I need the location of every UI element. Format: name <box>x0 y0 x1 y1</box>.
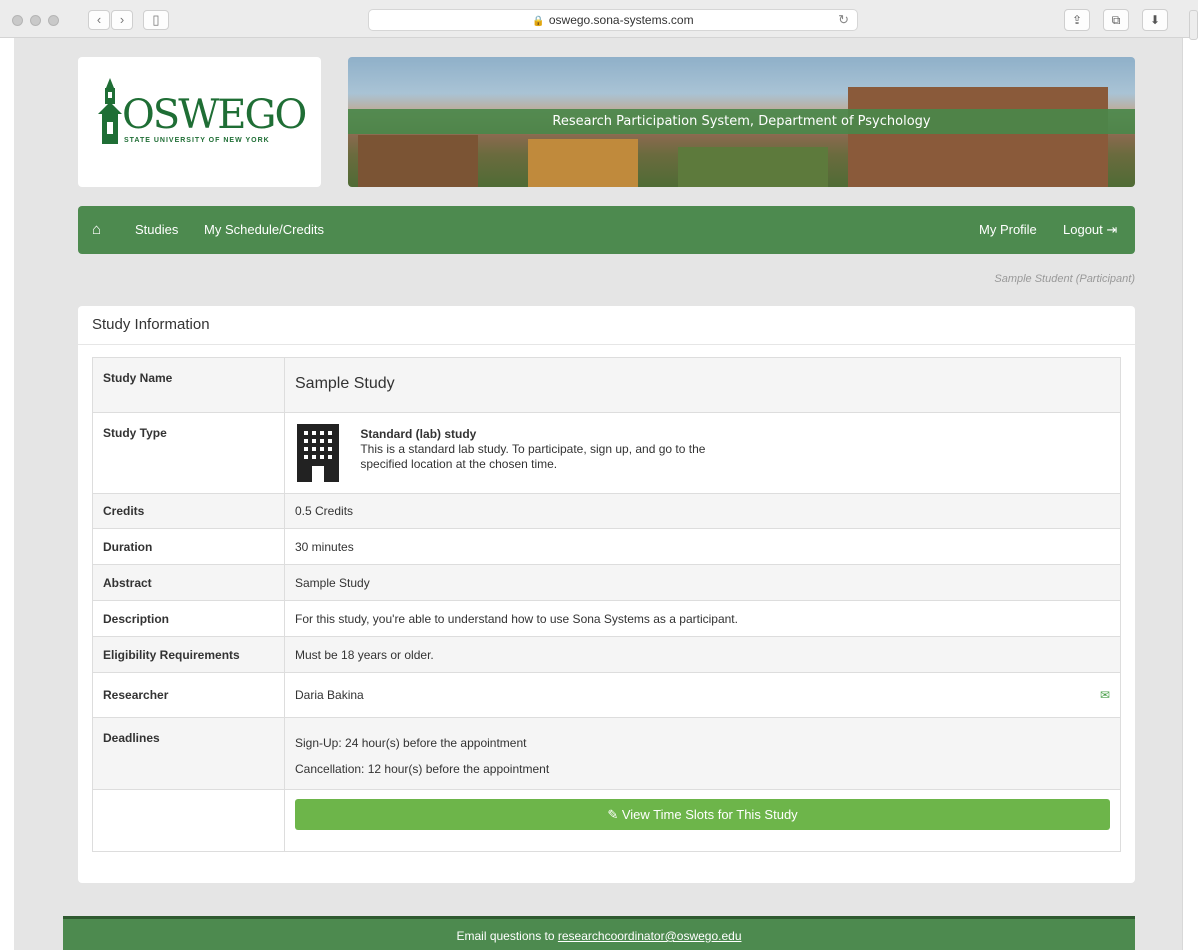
minimize-window-button[interactable] <box>30 15 41 26</box>
table-row: Eligibility Requirements Must be 18 year… <box>92 636 1121 673</box>
logout-icon: ⇥ <box>1106 222 1118 237</box>
researcher-name: Daria Bakina <box>295 688 364 702</box>
nav-studies[interactable]: Studies <box>135 206 178 254</box>
row-label: Deadlines <box>92 717 285 790</box>
panel-title: Study Information <box>92 316 210 333</box>
lock-icon: 🔒 <box>532 16 545 27</box>
building-image <box>848 87 1108 187</box>
envelope-icon[interactable]: ✉ <box>1100 688 1110 702</box>
panel-divider <box>78 344 1135 345</box>
description-value: For this study, you're able to understan… <box>284 600 1121 637</box>
study-name: Sample Study <box>295 375 395 392</box>
credits-value: 0.5 Credits <box>284 493 1121 529</box>
footer-text: Email questions to <box>456 929 558 943</box>
row-label: Description <box>92 600 285 637</box>
address-bar[interactable]: 🔒 oswego.sona-systems.com ↻ <box>368 9 858 31</box>
researcher-value: Daria Bakina ✉ <box>284 672 1121 718</box>
table-row: Study Name Sample Study <box>92 357 1121 413</box>
study-type-description: specified location at the chosen time. <box>360 457 558 471</box>
oswego-tower-icon <box>98 78 122 144</box>
main-navbar: ⌂ Studies My Schedule/Credits My Profile… <box>78 206 1135 254</box>
banner-title: Research Participation System, Departmen… <box>348 109 1135 134</box>
building-image <box>358 135 478 187</box>
page-footer: Email questions to researchcoordinator@o… <box>63 916 1135 950</box>
eligibility-value: Must be 18 years or older. <box>284 636 1121 673</box>
empty-cell <box>92 789 285 852</box>
logo-wordmark: OSWEGO <box>122 92 307 138</box>
table-row: ✎ View Time Slots for This Study <box>92 789 1121 852</box>
coordinator-email-link[interactable]: researchcoordinator@oswego.edu <box>558 929 742 943</box>
study-info-table: Study Name Sample Study Study Type Stand… <box>92 357 1121 852</box>
view-time-slots-label: View Time Slots for This Study <box>621 807 798 822</box>
tree-image <box>678 147 828 187</box>
logged-in-user: Sample Student (Participant) <box>994 273 1135 285</box>
view-time-slots-button[interactable]: ✎ View Time Slots for This Study <box>295 799 1110 830</box>
signup-deadline: Sign-Up: 24 hour(s) before the appointme… <box>295 736 527 750</box>
table-row: Researcher Daria Bakina ✉ <box>92 672 1121 718</box>
study-type-description: This is a standard lab study. To partici… <box>360 442 706 456</box>
logo-subtitle: STATE UNIVERSITY OF NEW YORK <box>124 137 270 144</box>
back-button[interactable]: ‹ <box>88 10 110 30</box>
study-name-value: Sample Study <box>284 357 1121 413</box>
action-cell: ✎ View Time Slots for This Study <box>284 789 1121 852</box>
row-label: Study Name <box>92 357 285 413</box>
campus-banner: Research Participation System, Departmen… <box>348 57 1135 187</box>
building-image <box>528 139 638 187</box>
deadlines-value: Sign-Up: 24 hour(s) before the appointme… <box>284 717 1121 790</box>
row-label: Duration <box>92 528 285 565</box>
nav-my-schedule-credits[interactable]: My Schedule/Credits <box>204 206 324 254</box>
study-type-value: Standard (lab) study This is a standard … <box>284 412 1121 494</box>
cancellation-deadline: Cancellation: 12 hour(s) before the appo… <box>295 762 550 776</box>
edit-icon: ✎ <box>607 807 619 822</box>
scrollbar[interactable] <box>1189 10 1198 40</box>
table-row: Description For this study, you're able … <box>92 600 1121 637</box>
row-label: Eligibility Requirements <box>92 636 285 673</box>
table-row: Abstract Sample Study <box>92 564 1121 601</box>
row-label: Study Type <box>92 412 285 494</box>
share-icon[interactable]: ⇪ <box>1064 9 1090 31</box>
table-row: Duration 30 minutes <box>92 528 1121 565</box>
duration-value: 30 minutes <box>284 528 1121 565</box>
downloads-icon[interactable]: ⬇ <box>1142 9 1168 31</box>
tabs-icon[interactable]: ⧉ <box>1103 9 1129 31</box>
logout-label: Logout <box>1063 222 1103 237</box>
browser-toolbar: ‹ › ▯ 🔒 oswego.sona-systems.com ↻ ⇪ ⧉ ⬇ <box>0 0 1198 38</box>
table-row: Deadlines Sign-Up: 24 hour(s) before the… <box>92 717 1121 790</box>
table-row: Study Type Standard (lab) study This is … <box>92 412 1121 494</box>
abstract-value: Sample Study <box>284 564 1121 601</box>
home-icon[interactable]: ⌂ <box>92 206 101 254</box>
row-label: Researcher <box>92 672 285 718</box>
forward-button[interactable]: › <box>111 10 133 30</box>
close-window-button[interactable] <box>12 15 23 26</box>
page-gutter <box>1182 38 1198 950</box>
reload-icon[interactable]: ↻ <box>838 10 849 30</box>
nav-logout[interactable]: Logout ⇥ <box>1063 206 1117 254</box>
page-gutter <box>0 38 14 950</box>
sidebar-toggle-icon[interactable]: ▯ <box>143 10 169 30</box>
maximize-window-button[interactable] <box>48 15 59 26</box>
nav-my-profile[interactable]: My Profile <box>979 206 1037 254</box>
row-label: Credits <box>92 493 285 529</box>
study-type-title: Standard (lab) study <box>360 427 477 441</box>
row-label: Abstract <box>92 564 285 601</box>
table-row: Credits 0.5 Credits <box>92 493 1121 529</box>
address-text: oswego.sona-systems.com <box>548 13 694 27</box>
building-icon <box>297 424 339 482</box>
study-type-text: Standard (lab) study This is a standard … <box>360 422 705 472</box>
